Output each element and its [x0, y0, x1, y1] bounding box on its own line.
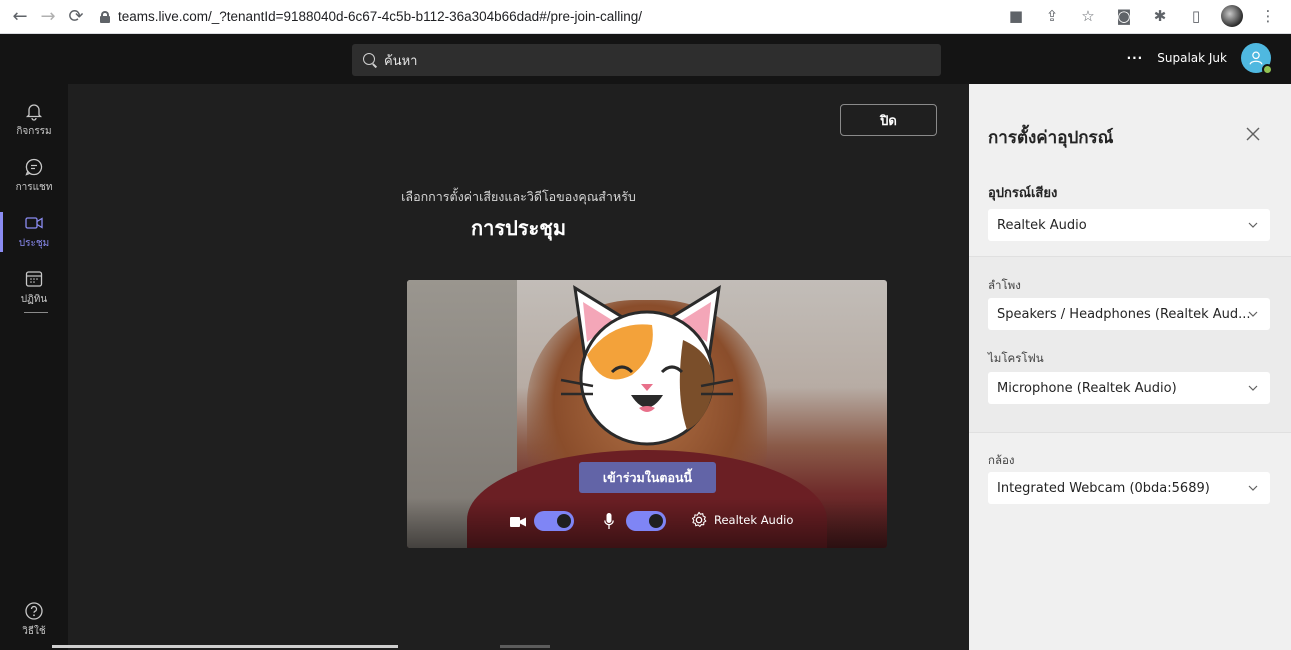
microphone-label: ไมโครโฟน — [988, 351, 1044, 365]
lock-icon — [100, 10, 110, 23]
camera-icon — [510, 517, 526, 527]
speaker-label: ลำโพง — [988, 278, 1021, 292]
app-rail: กิจกรรม การแชท ประชุม ปฏิทิน วิธีใช้ — [0, 84, 68, 650]
rail-label-chat: การแชท — [15, 182, 53, 193]
device-settings-panel: การตั้งค่าอุปกรณ์ อุปกรณ์เสียง Realtek A… — [969, 84, 1291, 650]
reload-icon[interactable]: ⟳ — [62, 3, 90, 31]
url-text: teams.live.com/_?tenantId=9188040d-6c67-… — [118, 9, 642, 24]
presence-badge — [1262, 64, 1273, 75]
back-arrow-icon[interactable]: ← — [6, 3, 34, 31]
help-icon — [25, 602, 43, 620]
microphone-icon — [604, 513, 614, 529]
microphone-value: Microphone (Realtek Audio) — [997, 380, 1177, 396]
cat-face-sticker — [560, 285, 734, 446]
search-input[interactable]: ค้นหา — [352, 44, 941, 76]
kebab-menu-icon[interactable]: ⋮ — [1257, 4, 1279, 28]
bookmark-star-icon[interactable]: ☆ — [1077, 4, 1099, 28]
screenshot-icon[interactable]: ◙ — [1113, 4, 1135, 28]
join-now-button[interactable]: เข้าร่วมในตอนนี้ — [579, 462, 716, 493]
speaker-select[interactable]: Speakers / Headphones (Realtek Aud... — [988, 298, 1270, 330]
close-icon[interactable] — [1243, 124, 1263, 144]
avatar[interactable] — [1241, 43, 1273, 75]
horizontal-scrollbar[interactable] — [52, 645, 398, 648]
video-icon — [25, 217, 43, 229]
side-panel-icon[interactable]: ▯ — [1185, 4, 1207, 28]
extensions-icon[interactable]: ✱ — [1149, 4, 1171, 28]
speaker-value: Speakers / Headphones (Realtek Aud... — [997, 306, 1251, 322]
audio-device-label[interactable]: Realtek Audio — [714, 513, 793, 527]
forward-arrow-icon[interactable]: → — [34, 3, 62, 31]
audio-device-value: Realtek Audio — [997, 217, 1087, 233]
rail-label-activity: กิจกรรม — [16, 126, 52, 137]
horizontal-scrollbar-thumb[interactable] — [500, 645, 550, 648]
microphone-toggle[interactable] — [626, 511, 666, 531]
rail-label-help: วิธีใช้ — [22, 626, 46, 637]
chevron-down-icon — [1248, 485, 1258, 491]
camera-label: กล้อง — [988, 453, 1015, 467]
rail-divider — [24, 312, 48, 313]
camera-select[interactable]: Integrated Webcam (0bda:5689) — [988, 472, 1270, 504]
browser-toolbar: ← → ⟳ teams.live.com/_?tenantId=9188040d… — [0, 0, 1291, 34]
camera-indicator-icon[interactable]: ■ — [1005, 4, 1027, 28]
microphone-select[interactable]: Microphone (Realtek Audio) — [988, 372, 1270, 404]
chevron-down-icon — [1248, 222, 1258, 228]
rail-label-meet: ประชุม — [18, 238, 50, 249]
panel-divider — [969, 256, 1291, 257]
rail-label-calendar: ปฏิทิน — [20, 294, 48, 305]
panel-divider — [969, 432, 1291, 433]
chevron-down-icon — [1248, 311, 1258, 317]
device-controls: Realtek Audio — [407, 498, 887, 548]
audio-device-heading: อุปกรณ์เสียง — [988, 186, 1058, 201]
share-icon[interactable]: ⇪ — [1041, 4, 1063, 28]
prejoin-subtitle: เลือกการตั้งค่าเสียงและวิดีโอของคุณสำหรั… — [401, 189, 636, 204]
search-icon — [362, 52, 378, 68]
teams-header: ค้นหา ··· Supalak Juk — [0, 34, 1291, 84]
camera-value: Integrated Webcam (0bda:5689) — [997, 480, 1210, 496]
rail-item-help[interactable]: วิธีใช้ — [0, 592, 68, 648]
video-preview: เข้าร่วมในตอนนี้ Realtek Audio — [407, 280, 887, 548]
more-options-button[interactable]: ··· — [1127, 51, 1144, 65]
rail-item-meet[interactable]: ประชุม — [0, 204, 68, 260]
rail-item-chat[interactable]: การแชท — [0, 148, 68, 204]
search-placeholder: ค้นหา — [384, 53, 418, 69]
panel-title: การตั้งค่าอุปกรณ์ — [988, 128, 1114, 148]
address-bar[interactable]: teams.live.com/_?tenantId=9188040d-6c67-… — [96, 4, 642, 30]
camera-toggle[interactable] — [534, 511, 574, 531]
close-button[interactable]: ปิด — [840, 104, 937, 136]
chevron-down-icon — [1248, 385, 1258, 391]
page-title: การประชุม — [470, 216, 567, 240]
gear-icon[interactable] — [690, 511, 708, 529]
rail-item-activity[interactable]: กิจกรรม — [0, 92, 68, 148]
prejoin-main: ปิด เลือกการตั้งค่าเสียงและวิดีโอของคุณส… — [68, 84, 969, 650]
audio-device-select[interactable]: Realtek Audio — [988, 209, 1270, 241]
calendar-icon — [25, 271, 43, 287]
bell-icon — [25, 104, 43, 121]
chat-icon — [25, 158, 43, 176]
person-icon — [1249, 51, 1263, 65]
user-name: Supalak Juk — [1157, 51, 1227, 65]
rail-item-calendar[interactable]: ปฏิทิน — [0, 260, 68, 316]
profile-avatar[interactable] — [1221, 5, 1243, 27]
